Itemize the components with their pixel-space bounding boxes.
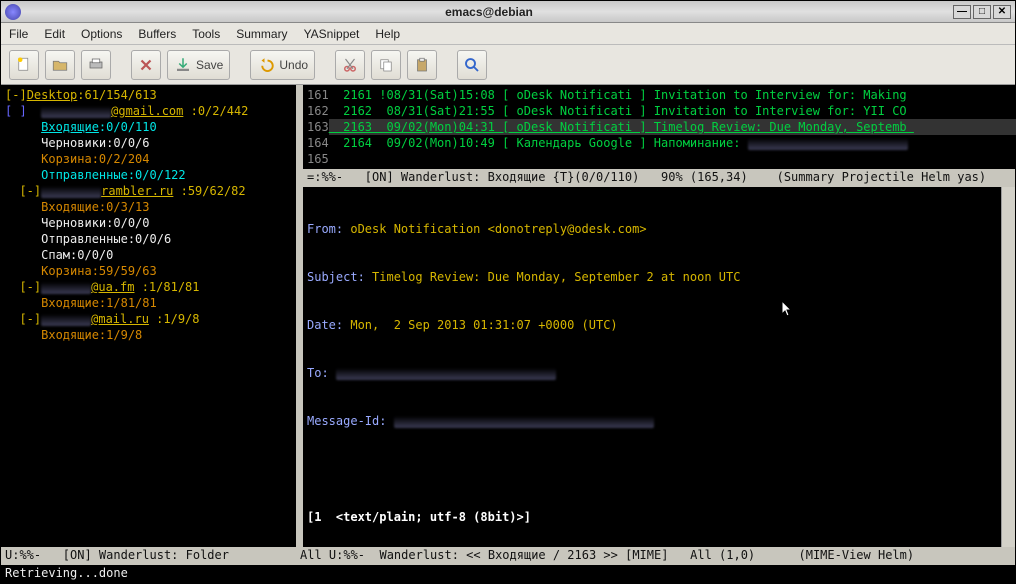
folder-spam-rambler[interactable]: Спам:0/0/0 [5, 247, 292, 263]
scrollbar[interactable] [1001, 187, 1015, 547]
folder-drafts-gmail[interactable]: Черновики:0/0/6 [5, 135, 292, 151]
message-pane[interactable]: From: oDesk Notification <donotreply@ode… [303, 187, 1001, 547]
folder-rambler[interactable]: rambler.ru [101, 184, 173, 198]
header-subject-label: Subject: [307, 270, 365, 284]
toolbar: Save Undo [1, 45, 1015, 85]
paste-button[interactable] [407, 50, 437, 80]
folder-inbox-gmail[interactable]: Входящие [41, 120, 99, 134]
maximize-button[interactable]: □ [973, 5, 991, 19]
search-button[interactable] [457, 50, 487, 80]
undo-button[interactable]: Undo [250, 50, 315, 80]
summary-row: 164 2164 09/02(Mon)10:49 [ Календарь Goo… [307, 135, 1011, 151]
save-button[interactable]: Save [167, 50, 230, 80]
folder-drafts-rambler[interactable]: Черновики:0/0/0 [5, 215, 292, 231]
summary-row: 165 [307, 151, 1011, 167]
menu-help[interactable]: Help [375, 27, 400, 41]
menu-yasnippet[interactable]: YASnippet [304, 27, 360, 41]
app-window: emacs@debian — □ ✕ File Edit Options Buf… [0, 0, 1016, 584]
modeline-right: All U:%%- Wanderlust: << Входящие / 2163… [300, 548, 1011, 564]
main-area: [-][-]Desktop:61/154/613Desktop:61/154/6… [1, 85, 1015, 547]
folder-inbox-mailru[interactable]: Входящие:1/9/8 [5, 327, 292, 343]
print-button[interactable] [81, 50, 111, 80]
folder-sent-rambler[interactable]: Отправленные:0/0/6 [5, 231, 292, 247]
summary-row-selected: 163 2163 09/02(Mon)04:31 [ oDesk Notific… [307, 119, 1011, 135]
folder-trash-gmail[interactable]: Корзина:0/2/204 [5, 151, 292, 167]
folder-pane[interactable]: [-][-]Desktop:61/154/613Desktop:61/154/6… [1, 85, 296, 547]
menu-file[interactable]: File [9, 27, 28, 41]
folder-sent-gmail[interactable]: Отправленные:0/0/122 [5, 167, 292, 183]
close-button[interactable]: ✕ [993, 5, 1011, 19]
header-from-label: From: [307, 222, 343, 236]
modeline-left: U:%%- [ON] Wanderlust: Folder [5, 548, 300, 564]
folder-mailru[interactable]: @mail.ru [91, 312, 149, 326]
header-date-label: Date: [307, 318, 343, 332]
menu-tools[interactable]: Tools [192, 27, 220, 41]
folder-inbox-rambler[interactable]: Входящие:0/3/13 [5, 199, 292, 215]
new-file-button[interactable] [9, 50, 39, 80]
minibuffer[interactable]: Retrieving...done [1, 565, 1015, 583]
save-label: Save [196, 58, 223, 72]
folder-inbox-uafm[interactable]: Входящие:1/81/81 [5, 295, 292, 311]
pane-divider[interactable] [296, 85, 303, 547]
header-date-value: Mon, 2 Sep 2013 01:31:07 +0000 (UTC) [343, 318, 618, 332]
menu-buffers[interactable]: Buffers [138, 27, 176, 41]
summary-pane[interactable]: 161 2161 !08/31(Sat)15:08 [ oDesk Notifi… [303, 85, 1015, 169]
header-mid-label: Message-Id: [307, 414, 386, 428]
folder-uafm[interactable]: @ua.fm [91, 280, 134, 294]
open-button[interactable] [45, 50, 75, 80]
right-pane: 161 2161 !08/31(Sat)15:08 [ oDesk Notifi… [303, 85, 1015, 547]
menu-options[interactable]: Options [81, 27, 122, 41]
modeline: U:%%- [ON] Wanderlust: Folder All U:%%- … [1, 547, 1015, 565]
copy-button[interactable] [371, 50, 401, 80]
titlebar[interactable]: emacs@debian — □ ✕ [1, 1, 1015, 23]
window-title: emacs@debian [27, 5, 951, 19]
minimize-button[interactable]: — [953, 5, 971, 19]
cancel-button[interactable] [131, 50, 161, 80]
menu-edit[interactable]: Edit [44, 27, 65, 41]
folder-gmail[interactable]: @gmail.com [111, 104, 183, 118]
summary-row: 161 2161 !08/31(Sat)15:08 [ oDesk Notifi… [307, 87, 1011, 103]
summary-row: 162 2162 08/31(Sat)21:55 [ oDesk Notific… [307, 103, 1011, 119]
header-subject-value: Timelog Review: Due Monday, September 2 … [365, 270, 741, 284]
summary-modeline: =:%%- [ON] Wanderlust: Входящие {T}(0/0/… [303, 169, 1015, 187]
header-to-label: To: [307, 366, 329, 380]
app-icon [5, 4, 21, 20]
folder-trash-rambler[interactable]: Корзина:59/59/63 [5, 263, 292, 279]
mouse-cursor-icon [781, 300, 793, 318]
header-from-value: oDesk Notification <donotreply@odesk.com… [343, 222, 646, 236]
mime-part-1: [1 <text/plain; utf-8 (8bit)>] [307, 509, 997, 525]
menubar: File Edit Options Buffers Tools Summary … [1, 23, 1015, 45]
cut-button[interactable] [335, 50, 365, 80]
menu-summary[interactable]: Summary [236, 27, 287, 41]
undo-label: Undo [279, 58, 308, 72]
